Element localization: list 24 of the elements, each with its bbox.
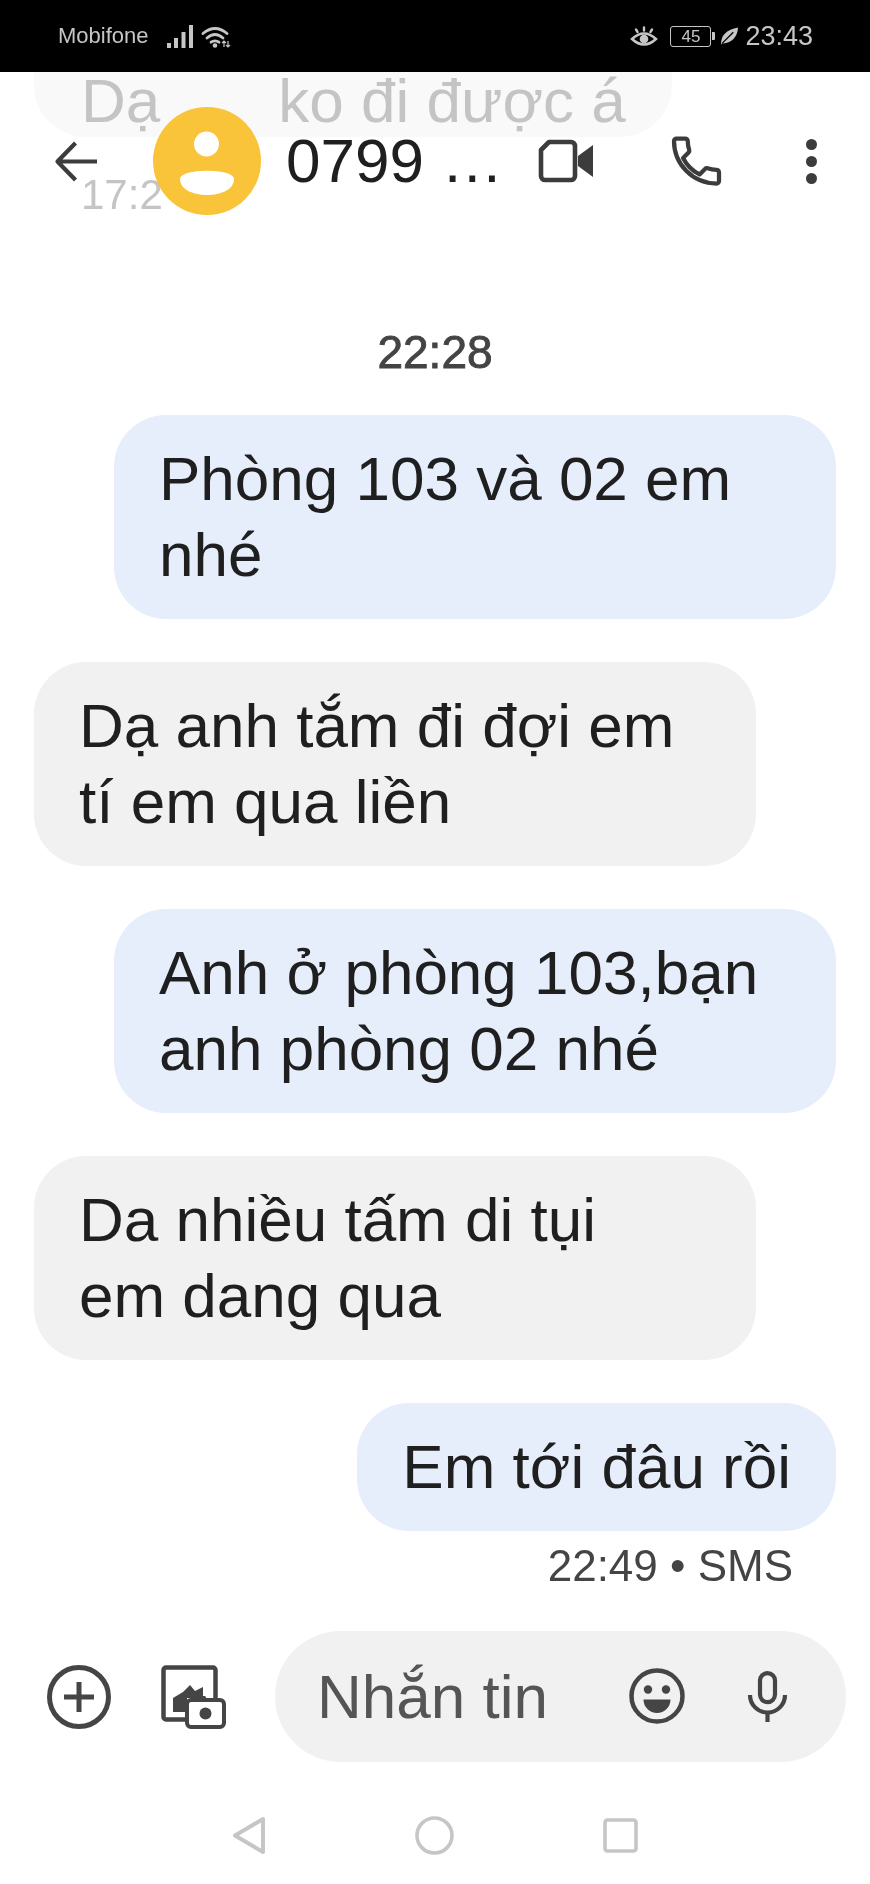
- message-bubble: Da nhiều tấm di tụi em dang qua: [34, 1156, 756, 1360]
- message-bubble: Phòng 103 và 02 em nhé: [114, 415, 836, 619]
- microphone-icon[interactable]: [747, 1671, 788, 1722]
- video-camera-icon[interactable]: [538, 139, 593, 183]
- message-bubble: Em tới đâu rồi: [357, 1403, 836, 1531]
- eye-icon: [630, 25, 659, 47]
- battery-percent-text: 45: [681, 27, 701, 45]
- gallery-camera-icon[interactable]: [161, 1664, 226, 1729]
- signal-icon: [166, 24, 193, 48]
- more-options-icon[interactable]: [806, 138, 817, 184]
- timestamp-text: 22:28: [377, 326, 493, 378]
- wifi-icon: [200, 24, 231, 48]
- delivery-status-text: 22:49 • SMS: [547, 1540, 793, 1592]
- phone-icon[interactable]: [671, 136, 722, 186]
- message-bubble: Anh ở phòng 103,bạn anh phòng 02 nhé: [114, 909, 836, 1113]
- emoji-icon[interactable]: [629, 1668, 685, 1724]
- carrier-name: Mobifone: [58, 23, 149, 49]
- plus-circle-icon[interactable]: [47, 1664, 111, 1729]
- message-bubble: Dạ anh tắm đi đợi em tí em qua liền: [34, 662, 756, 866]
- faded-message-time: 17:2: [81, 170, 163, 220]
- leaf-icon: [720, 26, 740, 46]
- message-input-field[interactable]: Nhắn tin: [275, 1631, 846, 1762]
- contact-title[interactable]: 0799 …: [286, 130, 504, 192]
- status-time: 23:43: [745, 20, 813, 52]
